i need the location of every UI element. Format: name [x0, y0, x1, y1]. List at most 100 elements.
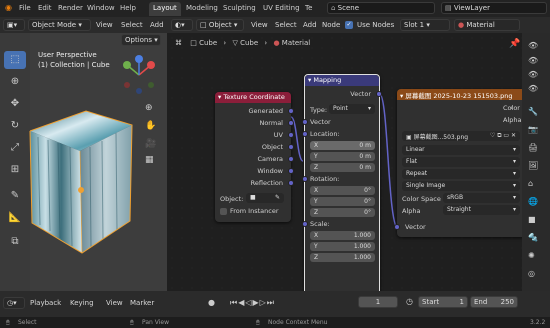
scale-y-field[interactable]: Y 1.000 — [310, 242, 375, 251]
generated-socket[interactable] — [288, 108, 294, 114]
menu-help[interactable]: Help — [120, 4, 136, 12]
object-socket[interactable] — [288, 144, 294, 150]
navigation-gizmo[interactable] — [115, 51, 163, 99]
scene-selector[interactable]: ⌂ Scene — [327, 2, 435, 14]
menu-render[interactable]: Render — [58, 4, 83, 12]
current-frame-field[interactable]: 1 — [358, 296, 398, 308]
menu-edit[interactable]: Edit — [38, 4, 52, 12]
rotation-y-field[interactable]: Y 0° — [310, 197, 375, 206]
cursor-tool[interactable]: ⊕ — [4, 73, 26, 91]
eyedropper-icon[interactable]: ✎ — [275, 194, 280, 201]
mapping-header[interactable]: ▾ Mapping — [305, 75, 379, 86]
output-properties-icon[interactable]: 🖨 — [528, 143, 538, 152]
annotate-tool[interactable]: ✎ — [4, 187, 26, 205]
location-socket[interactable] — [302, 131, 308, 137]
reflection-socket[interactable] — [288, 180, 294, 186]
mapping-type-dropdown[interactable]: Point ▾ — [329, 104, 375, 114]
image-actions-icons[interactable]: ♡ ⧉ ▭ ✕ — [490, 132, 516, 140]
material-selector[interactable]: ● Material — [454, 19, 520, 31]
timeline[interactable]: ◷▾ Playback Keying View Marker ● ⏮◀◁▶▷⏭ … — [0, 291, 550, 317]
vp-menu-view[interactable]: View — [96, 21, 113, 29]
start-frame-field[interactable]: Start 1 — [418, 296, 468, 308]
clock-icon[interactable]: ◷ — [406, 297, 413, 306]
use-nodes-checkbox[interactable]: ✓ — [345, 21, 353, 29]
3d-viewport[interactable]: ⬚ ⊕ ✥ ↻ ⤢ ⊞ ✎ 📐 ⧉ User Perspective (1) C… — [0, 33, 167, 291]
object-properties-icon[interactable]: ■ — [528, 215, 536, 224]
menu-window[interactable]: Window — [87, 4, 115, 12]
color-space-dropdown[interactable]: sRGB ▾ — [443, 193, 520, 203]
ne-menu-view[interactable]: View — [251, 21, 268, 29]
scale-x-field[interactable]: X 1.000 — [310, 231, 375, 240]
tab-modeling[interactable]: Modeling — [186, 4, 218, 12]
image-header[interactable]: ▾ 屏幕截图 2025-10-23 151503.png — [397, 89, 527, 100]
window-socket[interactable] — [288, 168, 294, 174]
move-tool[interactable]: ✥ — [4, 95, 26, 113]
textured-cube[interactable] — [28, 93, 148, 263]
timeline-menu-keying[interactable]: Keying — [70, 299, 94, 307]
scale-tool[interactable]: ⤢ — [4, 139, 26, 157]
timeline-menu-playback[interactable]: Playback — [30, 299, 61, 307]
record-icon[interactable]: ● — [208, 298, 215, 307]
particles-properties-icon[interactable]: ✺ — [528, 251, 535, 260]
normal-socket[interactable] — [288, 120, 294, 126]
camera-socket[interactable] — [288, 156, 294, 162]
world-properties-icon[interactable]: 🌐 — [528, 197, 538, 206]
object-picker-field[interactable]: ■ ✎ — [246, 193, 284, 203]
location-z-field[interactable]: Z 0 m — [310, 163, 375, 172]
playback-controls[interactable]: ⏮◀◁▶▷⏭ — [230, 298, 275, 308]
rotate-tool[interactable]: ↻ — [4, 117, 26, 135]
interpolation-dropdown[interactable]: Linear ▾ — [402, 145, 520, 155]
ne-menu-node[interactable]: Node — [322, 21, 340, 29]
projection-dropdown[interactable]: Flat ▾ — [402, 157, 520, 167]
scene-properties-icon[interactable]: ⌂ — [528, 179, 533, 188]
shader-type-dropdown[interactable]: □ Object ▾ — [196, 19, 244, 31]
visibility-eye-icon[interactable]: 👁 — [528, 56, 538, 65]
rotation-z-field[interactable]: Z 0° — [310, 208, 375, 217]
editor-type-timeline-button[interactable]: ◷▾ — [3, 297, 25, 309]
location-x-field[interactable]: X 0 m — [310, 141, 375, 150]
image-texture-node[interactable]: ▾ 屏幕截图 2025-10-23 151503.png Color Alpha… — [394, 89, 527, 237]
tab-uv-editing[interactable]: UV Editing — [263, 4, 300, 12]
options-dropdown[interactable]: Options ▾ — [121, 34, 161, 46]
from-instancer-checkbox[interactable] — [220, 208, 227, 215]
ne-menu-select[interactable]: Select — [275, 21, 297, 29]
tab-sculpting[interactable]: Sculpting — [223, 4, 256, 12]
transform-tool[interactable]: ⊞ — [4, 161, 26, 179]
view-layer-icon[interactable]: 🖼 — [528, 161, 538, 170]
scale-socket[interactable] — [302, 221, 308, 227]
alpha-mode-dropdown[interactable]: Straight ▾ — [443, 205, 520, 215]
visibility-eye-icon[interactable]: 👁 — [528, 84, 538, 93]
select-box-tool[interactable]: ⬚ — [4, 51, 26, 69]
vp-menu-add[interactable]: Add — [150, 21, 164, 29]
physics-properties-icon[interactable]: ◎ — [528, 269, 535, 278]
blender-logo-icon[interactable]: ◉ — [5, 3, 12, 12]
timeline-menu-marker[interactable]: Marker — [130, 299, 154, 307]
mapping-node[interactable]: ▾ Mapping Vector Type: Point ▾ Vector Loc… — [302, 74, 382, 296]
render-properties-icon[interactable]: 📷 — [528, 125, 538, 134]
mapping-vector-in-socket[interactable] — [302, 119, 308, 125]
visibility-eye-icon[interactable]: 👁 — [528, 41, 538, 50]
add-cube-tool[interactable]: ⧉ — [4, 233, 26, 251]
extension-dropdown[interactable]: Repeat ▾ — [402, 169, 520, 179]
vp-menu-select[interactable]: Select — [121, 21, 143, 29]
end-frame-field[interactable]: End 250 — [470, 296, 518, 308]
editor-type-node-button[interactable]: ◐▾ — [171, 19, 193, 31]
rotation-x-field[interactable]: X 0° — [310, 186, 375, 195]
tool-properties-icon[interactable]: 🔧 — [528, 107, 538, 116]
slot-dropdown[interactable]: Slot 1 ▾ — [400, 19, 450, 31]
ne-menu-add[interactable]: Add — [303, 21, 317, 29]
source-dropdown[interactable]: Single Image ▾ — [402, 181, 520, 191]
scale-z-field[interactable]: Z 1.000 — [310, 253, 375, 262]
menu-file[interactable]: File — [19, 4, 31, 12]
timeline-menu-view[interactable]: View — [106, 299, 123, 307]
texture-coordinate-node[interactable]: ▾ Texture Coordinate Generated Normal UV… — [215, 92, 294, 222]
location-y-field[interactable]: Y 0 m — [310, 152, 375, 161]
image-datablock-field[interactable]: ▣ 屏幕截图...503.png ♡ ⧉ ▭ ✕ — [402, 131, 520, 141]
modifier-properties-icon[interactable]: 🔩 — [528, 233, 538, 242]
rotation-socket[interactable] — [302, 176, 308, 182]
editor-type-3d-button[interactable]: ▣▾ — [3, 19, 25, 31]
npanel-arrow-icon[interactable]: ‹ — [510, 103, 513, 112]
image-vector-in-socket[interactable] — [394, 224, 400, 230]
visibility-eye-icon[interactable]: 👁 — [528, 70, 538, 79]
uv-socket[interactable] — [288, 132, 294, 138]
